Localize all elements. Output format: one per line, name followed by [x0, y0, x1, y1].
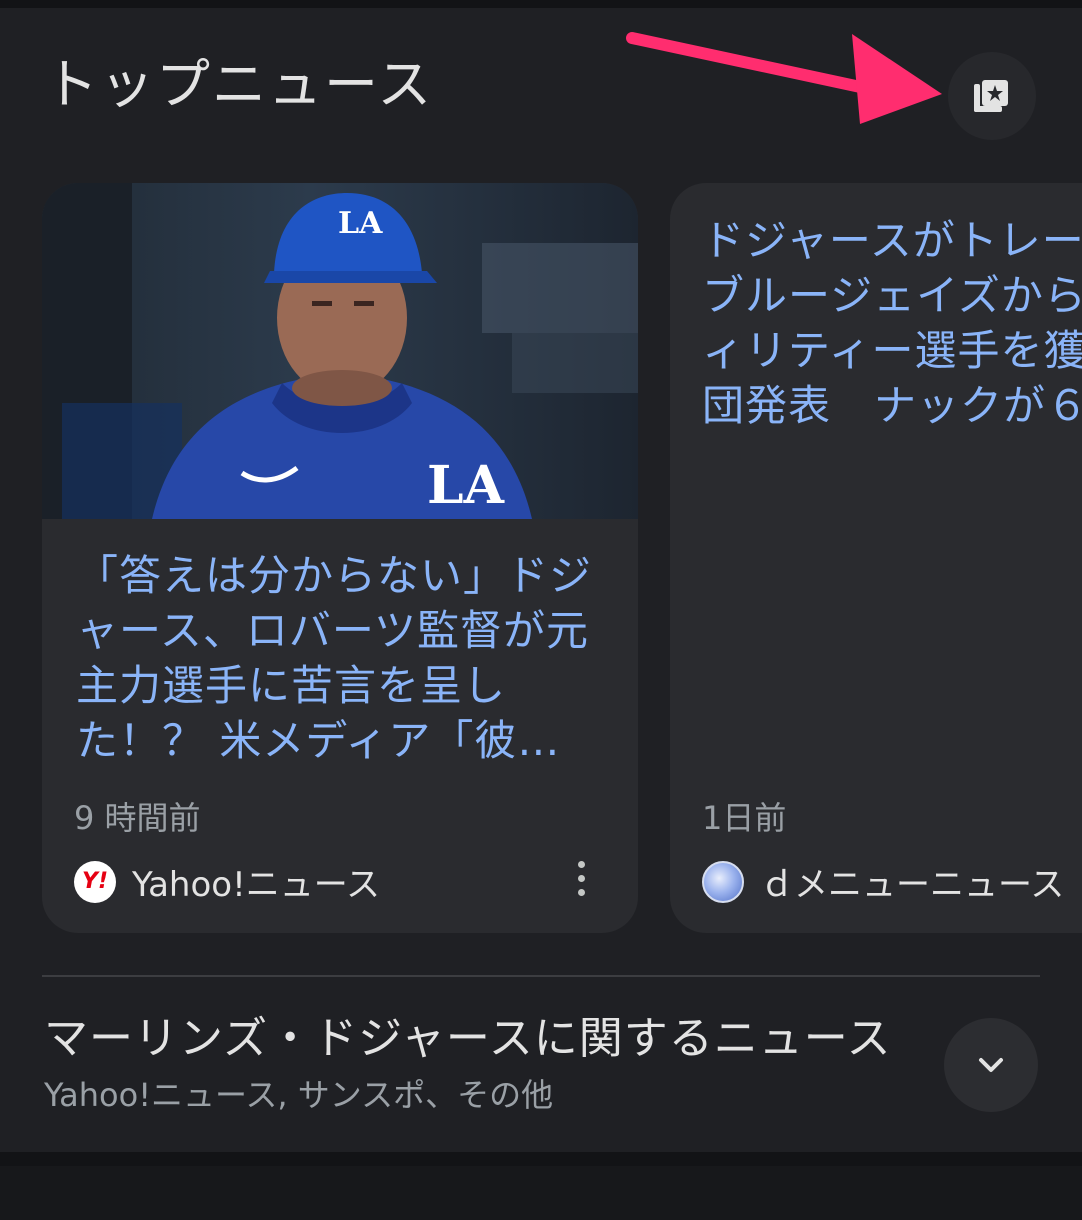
bottom-separator [0, 1152, 1082, 1220]
article-thumbnail: LA LA [42, 183, 638, 519]
section-title: トップニュース [44, 53, 434, 116]
globe-icon [702, 860, 744, 903]
annotation-arrow [626, 32, 942, 124]
article-source: ｄメニューニュース [702, 857, 1064, 906]
topic-sources: Yahoo!ニュース, サンスポ、その他 [44, 1076, 554, 1114]
library-add-star-icon [974, 80, 1008, 112]
news-card[interactable]: ドジャースがトレー ブルージェイズから ィリティー選手を獲 団発表 ナックが６ … [670, 183, 1082, 933]
chevron-down-icon [979, 1058, 1003, 1072]
save-to-library-button[interactable] [948, 52, 1036, 140]
article-headline-link[interactable]: 「答えは分からない」ドジャース、ロバーツ監督が元主力選手に苦言を呈した！？ 米メ… [76, 548, 616, 768]
svg-text:LA: LA [427, 455, 505, 516]
more-options-button[interactable] [570, 859, 594, 899]
article-source: Y! Yahoo!ニュース [74, 857, 380, 906]
topic-title[interactable]: マーリンズ・ドジャースに関するニュース [44, 1010, 892, 1068]
expand-button[interactable] [944, 1018, 1038, 1112]
top-separator [0, 0, 1082, 8]
source-name: Yahoo!ニュース [132, 865, 381, 905]
yahoo-news-logo-icon: Y! [74, 860, 116, 903]
article-time: 1日前 [702, 799, 787, 837]
divider [42, 975, 1040, 977]
svg-text:LA: LA [338, 206, 383, 241]
source-name: ｄメニューニュース [760, 865, 1065, 905]
article-headline-link[interactable]: ドジャースがトレー ブルージェイズから ィリティー選手を獲 団発表 ナックが６ [702, 213, 1082, 433]
article-time: 9 時間前 [74, 799, 201, 837]
news-card[interactable]: LA LA 「答えは分からない」ドジャース、ロバーツ監督が元主力選手に苦言を呈し… [42, 183, 638, 933]
